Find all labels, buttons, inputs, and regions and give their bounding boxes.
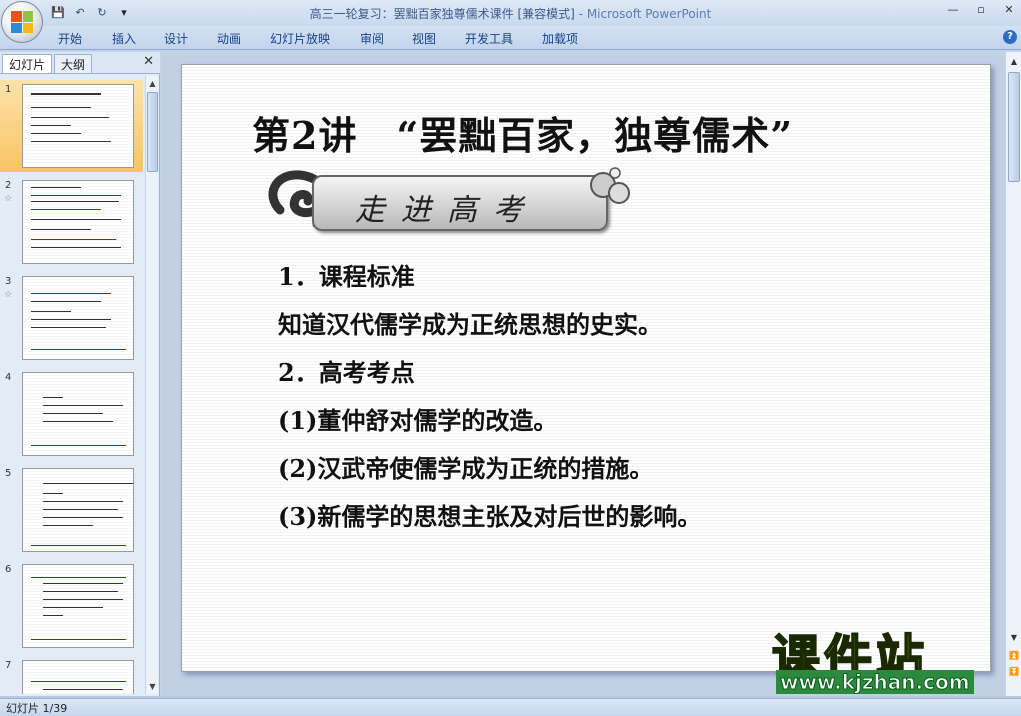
body-text[interactable]: (3)新儒学的思想主张及对后世的影响。 <box>278 497 701 532</box>
slides-panel: 幻灯片 大纲 ✕ 1 2 ☆ 3 ☆ 4 5 6 7 ▲ ▼ <box>0 52 160 696</box>
banner-text: 走进高考 <box>355 193 539 228</box>
close-icon[interactable]: ✕ <box>143 54 154 69</box>
section-heading[interactable]: 1．课程标准 <box>278 257 415 292</box>
scroll-down-icon[interactable]: ▼ <box>147 681 158 692</box>
scroll-up-icon[interactable]: ▲ <box>147 78 158 89</box>
tab-developer[interactable]: 开发工具 <box>465 30 513 47</box>
tab-slides[interactable]: 幻灯片 <box>2 54 53 73</box>
tab-animations[interactable]: 动画 <box>217 30 241 47</box>
slide-thumbnail-4[interactable]: 4 <box>0 368 143 460</box>
slide-number: 5 <box>5 468 12 479</box>
minimize-button[interactable]: — <box>945 2 961 18</box>
slide-number: 7 <box>5 660 12 671</box>
tab-insert[interactable]: 插入 <box>112 30 136 47</box>
slide-preview <box>22 372 134 456</box>
slide-counter: 幻灯片 1/39 <box>6 702 68 715</box>
panel-tabs: 幻灯片 大纲 ✕ <box>0 52 160 74</box>
slide-editor: 第2讲 “罢黜百家，独尊儒术” 走进高考 1．课程标准 知道汉代儒学成为正统思想… <box>162 52 1004 696</box>
slide-thumbnail-3[interactable]: 3 ☆ <box>0 272 143 364</box>
slide-thumbnails: 1 2 ☆ 3 ☆ 4 5 6 7 <box>0 76 143 694</box>
status-bar: 幻灯片 1/39 <box>0 698 1021 716</box>
tab-design[interactable]: 设计 <box>164 30 188 47</box>
title-bar: 💾 ↶ ↻ ▾ 高三一轮复习：罢黜百家独尊儒术课件 [兼容模式] - Micro… <box>0 0 1021 26</box>
body-text[interactable]: (1)董仲舒对儒学的改造。 <box>278 401 557 436</box>
maximize-button[interactable]: ▫ <box>973 2 989 18</box>
scroll-up-icon[interactable]: ▲ <box>1008 56 1020 68</box>
body-text[interactable]: 知道汉代儒学成为正统思想的史实。 <box>278 305 662 340</box>
slide-number: 3 <box>5 276 12 287</box>
slide-thumbnail-1[interactable]: 1 <box>0 80 143 172</box>
slide-thumbnail-7[interactable]: 7 <box>0 656 143 694</box>
body-text[interactable]: (2)汉武帝使儒学成为正统的措施。 <box>278 449 653 484</box>
close-button[interactable]: ✕ <box>1001 2 1017 18</box>
section-banner: 走进高考 <box>260 165 630 239</box>
slide-preview <box>22 660 134 694</box>
slide-number: 4 <box>5 372 12 383</box>
watermark-url: www.kjzhan.com <box>776 670 974 695</box>
office-logo-icon <box>11 11 33 33</box>
scrollbar-thumb[interactable] <box>1008 72 1020 182</box>
tab-review[interactable]: 审阅 <box>360 30 384 47</box>
office-button[interactable] <box>1 1 43 43</box>
current-slide[interactable]: 第2讲 “罢黜百家，独尊儒术” 走进高考 1．课程标准 知道汉代儒学成为正统思想… <box>181 64 991 672</box>
slide-preview <box>22 180 134 264</box>
help-icon[interactable]: ? <box>1003 30 1017 44</box>
slide-number: 6 <box>5 564 12 575</box>
editor-scrollbar[interactable]: ▲ ▼ ⏫ ⏬ <box>1005 52 1021 696</box>
slide-preview <box>22 276 134 360</box>
window-controls: — ▫ ✕ <box>945 2 1017 18</box>
tab-home[interactable]: 开始 <box>58 30 82 47</box>
animation-star-icon: ☆ <box>4 290 13 300</box>
slide-thumbnail-5[interactable]: 5 <box>0 464 143 556</box>
slide-title[interactable]: 第2讲 “罢黜百家，独尊儒术” <box>252 105 793 160</box>
thumbnail-scrollbar[interactable]: ▲ ▼ <box>145 76 158 694</box>
document-name: 高三一轮复习：罢黜百家独尊儒术课件 [兼容模式] <box>309 7 575 21</box>
slide-preview <box>22 84 134 168</box>
animation-star-icon: ☆ <box>4 194 13 204</box>
slide-number: 2 <box>5 180 12 191</box>
slide-thumbnail-2[interactable]: 2 ☆ <box>0 176 143 268</box>
ribbon-tabs: 开始 插入 设计 动画 幻灯片放映 审阅 视图 开发工具 加载项 ? <box>0 26 1021 50</box>
tab-slide-show[interactable]: 幻灯片放映 <box>270 30 330 47</box>
tab-view[interactable]: 视图 <box>412 30 436 47</box>
slide-number: 1 <box>5 84 12 95</box>
window-title: 高三一轮复习：罢黜百家独尊儒术课件 [兼容模式] - Microsoft Pow… <box>0 5 1021 22</box>
bubbles-icon <box>590 167 630 204</box>
tab-add-ins[interactable]: 加载项 <box>542 30 578 47</box>
slide-preview <box>22 468 134 552</box>
slide-preview <box>22 564 134 648</box>
tab-outline[interactable]: 大纲 <box>54 54 93 73</box>
scrollbar-thumb[interactable] <box>147 92 158 172</box>
watermark: 课件站 www.kjzhan.com <box>770 618 1010 696</box>
app-name: - Microsoft PowerPoint <box>578 7 712 21</box>
slide-thumbnail-6[interactable]: 6 <box>0 560 143 652</box>
section-heading[interactable]: 2．高考考点 <box>278 353 415 388</box>
